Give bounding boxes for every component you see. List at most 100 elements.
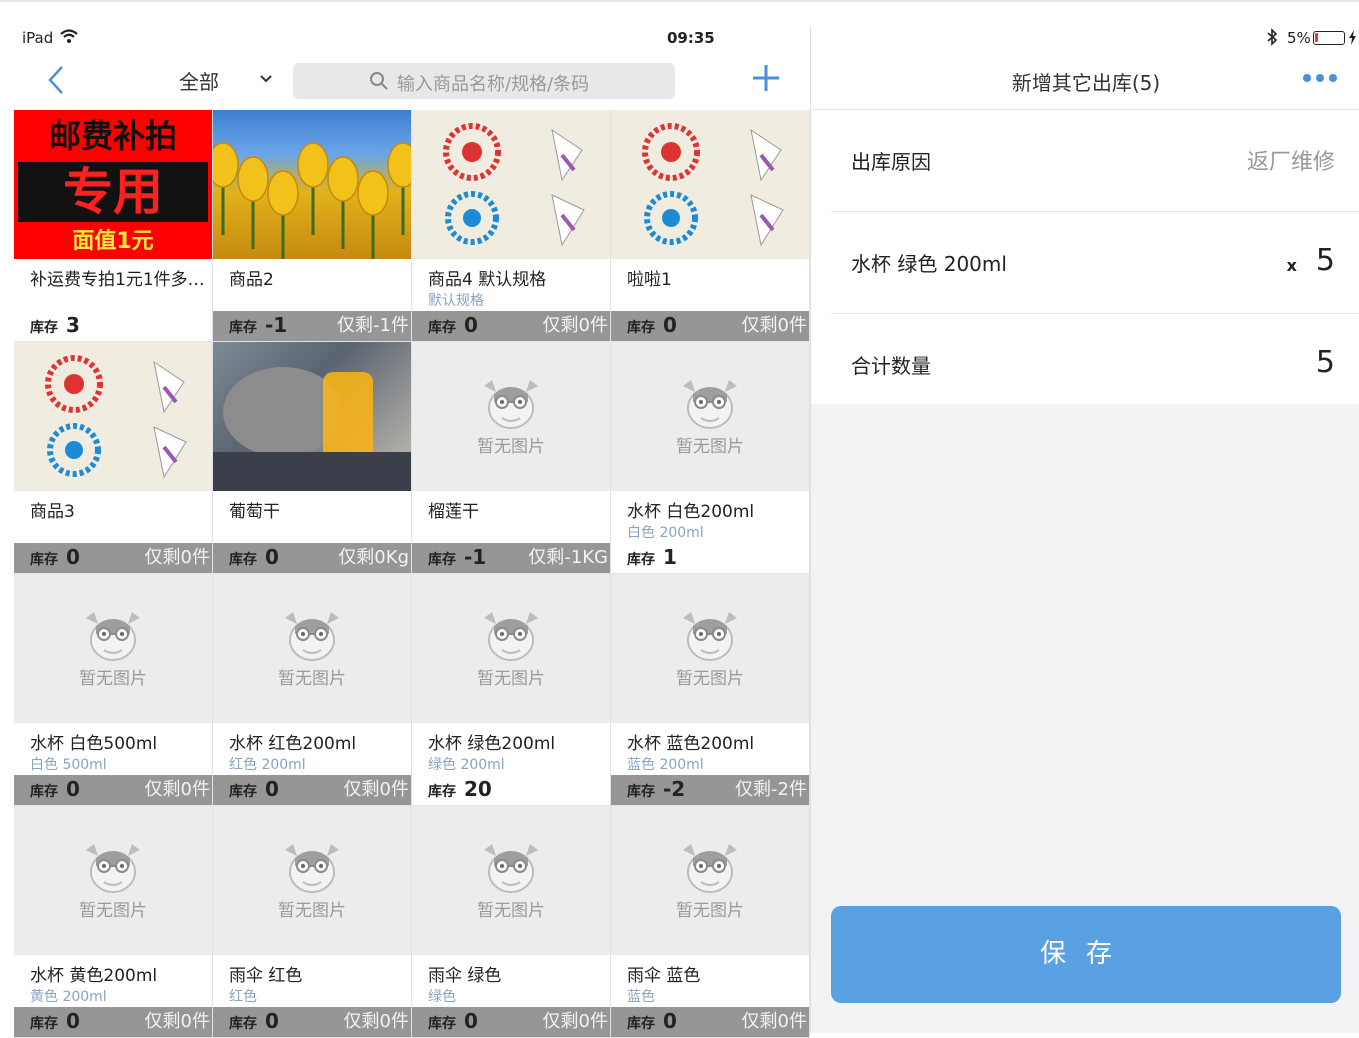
no-image-label: 暂无图片 xyxy=(278,669,346,689)
product-name: 商品3 xyxy=(30,502,75,522)
product-image xyxy=(412,110,610,259)
product-card[interactable]: 暂无图片 水杯 白色200ml 白色 200ml 库存 1 xyxy=(611,342,810,574)
placeholder-cow-icon xyxy=(480,374,542,430)
product-card[interactable]: 仅剩0件 啦啦1 库存 0 xyxy=(611,110,810,342)
product-spec: 默认规格 xyxy=(428,293,484,309)
product-name: 雨伞 蓝色 xyxy=(627,966,701,986)
product-card[interactable]: 暂无图片 仅剩0件 水杯 黄色200ml 黄色 200ml 库存 0 xyxy=(14,806,213,1038)
placeholder-cow-icon xyxy=(679,606,741,662)
stock-line: 库存 0 xyxy=(428,1009,478,1033)
outbound-order-pane: 新增其它出库(5) 出库原因 返厂维修 水杯 绿色 200ml x 5 合计数量… xyxy=(811,50,1359,1033)
product-grid: 邮费补拍 专用 面值1元 补运费专拍1元1件多… 库存 3 仅剩-1件 商品2 库存 -1 仅剩0件… xyxy=(14,110,810,1038)
product-name: 葡萄干 xyxy=(229,502,280,522)
reason-value[interactable]: 返厂维修 xyxy=(1247,144,1335,176)
battery-icon xyxy=(1313,31,1345,45)
wifi-icon xyxy=(60,29,78,43)
stock-label: 库存 xyxy=(229,320,257,336)
stock-value: 20 xyxy=(464,777,492,801)
no-image-label: 暂无图片 xyxy=(477,437,545,457)
stock-value: 1 xyxy=(663,545,677,569)
placeholder-cow-icon xyxy=(281,838,343,894)
placeholder-image: 暂无图片 xyxy=(213,806,411,955)
stock-line: 库存 20 xyxy=(428,777,492,801)
product-name: 补运费专拍1元1件多… xyxy=(30,270,205,290)
chevron-down-icon[interactable] xyxy=(259,74,273,84)
placeholder-image: 暂无图片 xyxy=(14,574,212,723)
stock-value: 0 xyxy=(663,313,677,337)
product-card[interactable]: 仅剩-1件 商品2 库存 -1 xyxy=(213,110,412,342)
product-card[interactable]: 暂无图片 仅剩0件 雨伞 红色 红色 库存 0 xyxy=(213,806,412,1038)
product-card[interactable]: 邮费补拍 专用 面值1元 补运费专拍1元1件多… 库存 3 xyxy=(14,110,213,342)
product-name: 商品2 xyxy=(229,270,274,290)
stock-label: 库存 xyxy=(627,784,655,800)
product-name: 水杯 红色200ml xyxy=(229,734,357,754)
stock-value: 0 xyxy=(66,1009,80,1033)
bluetooth-icon xyxy=(1267,28,1278,46)
product-spec: 蓝色 200ml xyxy=(627,757,704,773)
product-card[interactable]: 仅剩0件 商品4 默认规格 默认规格 库存 0 xyxy=(412,110,611,342)
product-image xyxy=(213,110,411,259)
product-image xyxy=(14,342,212,491)
search-input[interactable]: 输入商品名称/规格/条码 xyxy=(293,63,675,99)
stock-label: 库存 xyxy=(229,552,257,568)
product-card[interactable]: 暂无图片 仅剩-2件 水杯 蓝色200ml 蓝色 200ml 库存 -2 xyxy=(611,574,810,806)
back-chevron-icon[interactable] xyxy=(44,64,68,96)
product-name: 商品4 默认规格 xyxy=(428,270,547,290)
stock-label: 库存 xyxy=(30,552,58,568)
stock-line: 库存 -1 xyxy=(229,313,287,337)
stock-value: 0 xyxy=(464,1009,478,1033)
stock-label: 库存 xyxy=(428,784,456,800)
product-card[interactable]: 暂无图片 仅剩0件 水杯 红色200ml 红色 200ml 库存 0 xyxy=(213,574,412,806)
page-title: 新增其它出库(5) xyxy=(1011,71,1161,95)
add-icon[interactable] xyxy=(750,62,782,94)
category-filter[interactable]: 全部 xyxy=(179,66,219,95)
status-bar: iPad 09:35 5% xyxy=(0,26,1359,50)
product-spec: 黄色 200ml xyxy=(30,989,107,1005)
stock-line: 库存 0 xyxy=(30,1009,80,1033)
stock-line: 库存 0 xyxy=(627,1009,677,1033)
no-image-label: 暂无图片 xyxy=(79,901,147,921)
stock-line: 库存 0 xyxy=(428,313,478,337)
no-image-label: 暂无图片 xyxy=(676,669,744,689)
stock-label: 库存 xyxy=(30,1016,58,1032)
product-card[interactable]: 暂无图片 仅剩0件 水杯 白色500ml 白色 500ml 库存 0 xyxy=(14,574,213,806)
product-spec: 绿色 200ml xyxy=(428,757,505,773)
placeholder-image: 暂无图片 xyxy=(611,806,809,955)
stock-label: 库存 xyxy=(428,1016,456,1032)
product-name: 雨伞 红色 xyxy=(229,966,303,986)
product-image xyxy=(611,110,809,259)
stock-label: 库存 xyxy=(30,784,58,800)
product-name: 水杯 白色200ml xyxy=(627,502,755,522)
product-card[interactable]: 暂无图片 仅剩0件 雨伞 绿色 绿色 库存 0 xyxy=(412,806,611,1038)
search-placeholder: 输入商品名称/规格/条码 xyxy=(397,74,590,95)
no-image-label: 暂无图片 xyxy=(477,669,545,689)
product-card[interactable]: 仅剩0件 商品3 库存 0 xyxy=(14,342,213,574)
stock-line: 库存 3 xyxy=(30,313,80,337)
stock-value: -1 xyxy=(464,545,487,569)
left-navbar: 全部 输入商品名称/规格/条码 xyxy=(0,50,810,110)
clock: 09:35 xyxy=(667,29,715,47)
product-card[interactable]: 暂无图片水杯 绿色200ml 绿色 200ml 库存 20 xyxy=(412,574,611,806)
product-name: 水杯 绿色200ml xyxy=(428,734,556,754)
stock-line: 库存 1 xyxy=(627,545,677,569)
item-quantity[interactable]: 5 xyxy=(1316,243,1335,278)
image-text: 邮费补拍 xyxy=(18,116,208,156)
more-icon[interactable] xyxy=(1303,74,1337,84)
product-image xyxy=(213,342,411,491)
placeholder-cow-icon xyxy=(679,374,741,430)
stock-value: 0 xyxy=(663,1009,677,1033)
battery-percent: 5% xyxy=(1287,29,1311,47)
product-name: 啦啦1 xyxy=(627,270,672,290)
save-button[interactable]: 保存 xyxy=(831,906,1341,1003)
placeholder-cow-icon xyxy=(281,606,343,662)
product-card[interactable]: 暂无图片 仅剩-1KG 榴莲干 库存 -1 xyxy=(412,342,611,574)
right-navbar: 新增其它出库(5) xyxy=(811,50,1359,110)
stock-label: 库存 xyxy=(229,784,257,800)
product-card[interactable]: 仅剩0Kg 葡萄干 库存 0 xyxy=(213,342,412,574)
product-card[interactable]: 暂无图片 仅剩0件 雨伞 蓝色 蓝色 库存 0 xyxy=(611,806,810,1038)
reason-row[interactable]: 出库原因 返厂维修 xyxy=(831,110,1359,212)
stock-value: -2 xyxy=(663,777,686,801)
device-label: iPad xyxy=(22,29,54,47)
placeholder-cow-icon xyxy=(679,838,741,894)
order-item-row[interactable]: 水杯 绿色 200ml x 5 xyxy=(831,212,1359,314)
